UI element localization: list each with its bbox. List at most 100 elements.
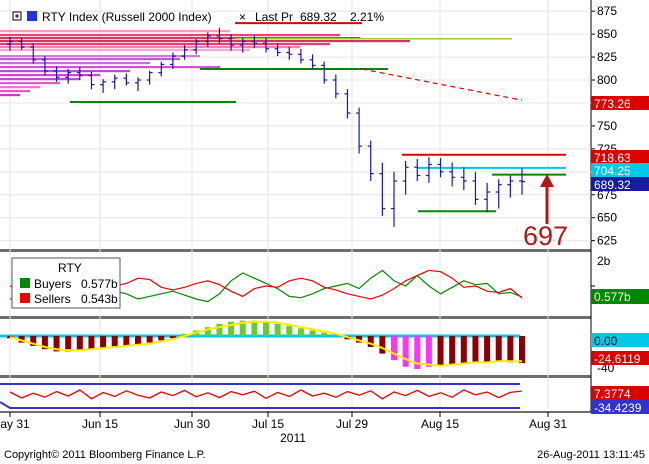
target-annotation: 697 xyxy=(523,174,568,251)
price-bar xyxy=(286,46,293,60)
close-icon[interactable]: × xyxy=(239,10,246,24)
sellers-swatch xyxy=(20,293,30,303)
arrow-head-icon xyxy=(540,174,554,187)
price-bar xyxy=(100,79,107,93)
volume-profile-strip xyxy=(0,62,150,65)
oscillator-line xyxy=(9,389,523,400)
price-bar xyxy=(309,54,316,70)
copyright-text: Copyright© 2011 Bloomberg Finance L.P. xyxy=(4,449,206,461)
volume-profile-strip xyxy=(0,34,340,37)
momentum-value-tag-label: 0.00 xyxy=(594,334,618,348)
price-bar xyxy=(391,171,397,227)
price-bar xyxy=(484,182,491,213)
trend-line xyxy=(361,68,523,101)
volume-profile-strip xyxy=(0,70,130,73)
price-bar xyxy=(344,89,351,119)
histogram-bar xyxy=(216,323,223,336)
histogram-bar xyxy=(286,326,293,336)
histogram-bar xyxy=(135,336,141,345)
volume-profile-strip xyxy=(0,86,40,89)
histogram-bar xyxy=(158,336,165,341)
price-tick-label: 850 xyxy=(597,27,617,41)
index-title: RTY Index (Russell 2000 Index) xyxy=(42,10,212,24)
price-bar xyxy=(402,160,409,195)
oscillator-value-tag: 7.3774 xyxy=(591,386,649,401)
histogram-bar xyxy=(402,336,409,367)
year-label: 2011 xyxy=(280,431,306,445)
volume-profile-strip xyxy=(0,55,200,58)
annotation-label: 697 xyxy=(523,221,568,251)
price-bar xyxy=(332,74,339,99)
panel-divider xyxy=(0,411,591,413)
volume-profile-strip xyxy=(0,94,20,97)
lower-band xyxy=(0,401,520,409)
volume-profile-strip xyxy=(0,46,300,49)
price-tag-label: 773.26 xyxy=(594,97,631,111)
histogram-bar xyxy=(321,332,328,336)
price-tag: 718.63 xyxy=(591,150,649,165)
change-percent: 2.21% xyxy=(350,10,384,24)
volume-profile-strip xyxy=(0,30,230,33)
histogram-bar xyxy=(507,336,514,363)
price-bar xyxy=(507,175,514,198)
buyers-value: 0.577b xyxy=(81,277,118,291)
price-tick-label: 650 xyxy=(597,211,617,225)
momentum-value-tag: -24.6119 xyxy=(591,351,649,366)
panel-divider xyxy=(0,375,591,378)
histogram-bar xyxy=(460,336,467,364)
panel-divider xyxy=(0,316,591,319)
histogram-bar xyxy=(449,336,456,365)
momentum-value-tag-label: -24.6119 xyxy=(594,352,641,366)
histogram-bar xyxy=(76,336,83,351)
last-price-label: Last Pr xyxy=(255,10,293,24)
histogram-bar xyxy=(484,336,491,363)
support-resistance-lines xyxy=(70,22,566,213)
buyers-swatch xyxy=(20,278,30,288)
sellers-value: 0.543b xyxy=(81,292,118,306)
flow-tick-label: 2b xyxy=(597,254,611,268)
series-swatch xyxy=(27,11,37,21)
panel-divider xyxy=(0,249,591,252)
last-price-value: 689.32 xyxy=(300,10,337,24)
histogram-bar xyxy=(65,336,72,352)
price-tag-label: 718.63 xyxy=(594,151,631,165)
momentum-value-tag: 0.00 xyxy=(591,333,649,348)
volume-profile-strip xyxy=(0,90,30,93)
date-tick-label: Jun 30 xyxy=(174,417,210,431)
volume-profile-strip xyxy=(0,74,100,77)
price-tick-label: 800 xyxy=(597,73,617,87)
price-tag-label: 704.25 xyxy=(594,164,631,178)
flow-legend: RTY Buyers 0.577b Sellers 0.543b xyxy=(11,257,121,309)
histogram-bar xyxy=(123,336,130,346)
date-tick-label: May 31 xyxy=(0,417,30,431)
oscillator-value-tag: -34.4239 xyxy=(591,400,649,415)
histogram-bar xyxy=(379,336,386,354)
histogram-bar xyxy=(519,336,525,364)
sellers-label: Sellers xyxy=(34,292,71,306)
flow-value-tag-label: 0.577b xyxy=(594,290,631,304)
price-tick-label: 825 xyxy=(597,50,617,64)
date-axis: May 31 Jun 15 Jun 30 Jul 15 Jul 29 Aug 15 Aug … xyxy=(0,412,567,445)
histogram-bar xyxy=(274,323,281,336)
price-tag: 704.25 xyxy=(591,163,649,178)
histogram-bar xyxy=(100,336,107,349)
histogram-bar xyxy=(297,328,304,336)
histogram-bar xyxy=(495,336,502,362)
flow-title: RTY xyxy=(58,261,82,275)
date-tick-label: Aug 15 xyxy=(421,417,459,431)
bloomberg-chart: 625650675700725750775800825850875 773.26… xyxy=(0,0,649,445)
oscillator-panel: 7.3774-34.4239 xyxy=(0,383,649,415)
price-bar xyxy=(472,171,479,205)
histogram-bar xyxy=(309,330,316,336)
price-axis-ticks: 625650675700725750775800825850875 xyxy=(591,4,617,248)
price-bar xyxy=(135,77,141,92)
histogram-bar xyxy=(425,336,432,367)
volume-profile xyxy=(0,30,410,97)
chart-legend: RTY Index (Russell 2000 Index) × Last Pr… xyxy=(12,10,384,24)
price-tick-label: 875 xyxy=(597,4,617,18)
oscillator-value-tag-label: 7.3774 xyxy=(594,387,631,401)
price-bar xyxy=(379,162,386,216)
price-bar xyxy=(297,48,304,64)
date-tick-label: Jul 29 xyxy=(336,417,368,431)
volume-profile-strip xyxy=(0,43,330,46)
